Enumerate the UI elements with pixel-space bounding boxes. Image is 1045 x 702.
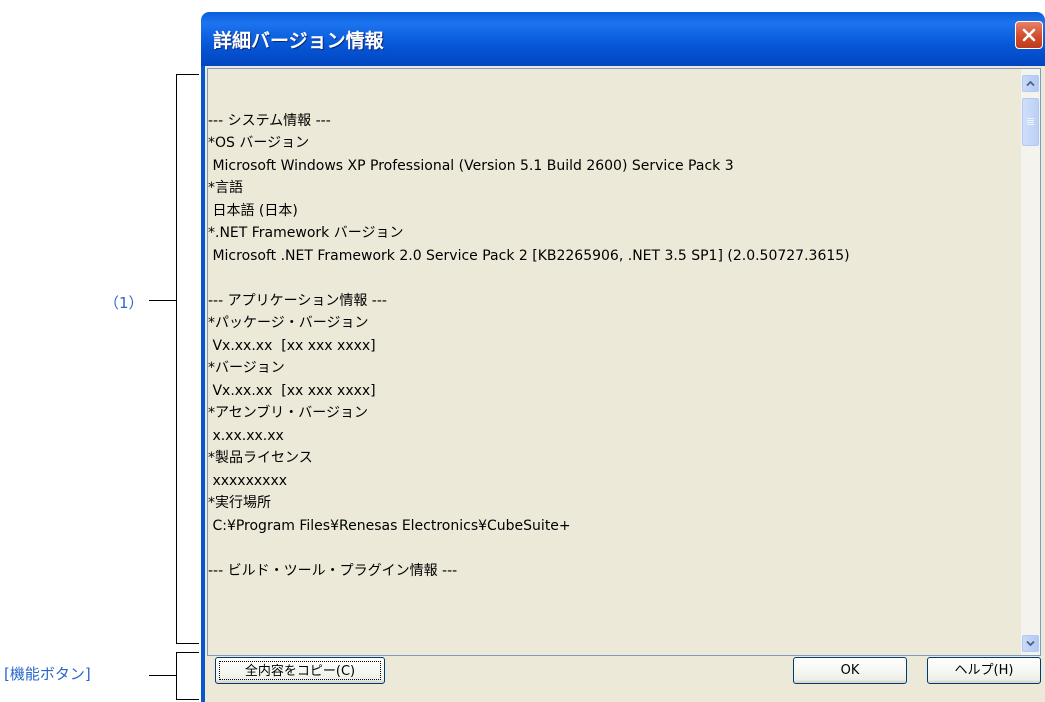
text-line	[208, 537, 1020, 560]
ok-button[interactable]: OK	[793, 657, 907, 684]
close-button[interactable]	[1015, 21, 1043, 49]
grip-icon	[1027, 118, 1034, 126]
text-line: C:¥Program Files¥Renesas Electronics¥Cub…	[208, 517, 571, 534]
copy-all-button[interactable]: 全内容をコピー(C)	[215, 657, 385, 684]
scroll-up-button[interactable]	[1022, 75, 1039, 92]
scrollbar-thumb[interactable]	[1022, 98, 1039, 146]
text-line	[208, 267, 1020, 290]
bracket-line	[176, 652, 177, 700]
version-info-dialog: 詳細バージョン情報 --- システム情報 --- *OS バージョン Micros…	[201, 12, 1045, 702]
bracket-line	[149, 300, 176, 301]
text-line: --- アプリケーション情報 ---	[208, 292, 387, 309]
copy-all-label: 全内容をコピー(C)	[219, 661, 381, 680]
text-line: *アセンブリ・バージョン	[208, 405, 369, 421]
text-line: xxxxxxxxx	[208, 472, 288, 489]
text-line: *OS バージョン	[208, 135, 310, 151]
text-line: Vx.xx.xx [xx xxx xxxx]	[208, 382, 376, 399]
text-line: 日本語 (日本)	[208, 202, 298, 219]
text-line: Microsoft .NET Framework 2.0 Service Pac…	[208, 247, 850, 264]
bracket-line	[176, 74, 199, 75]
bracket-line	[149, 675, 176, 676]
text-line: --- システム情報 ---	[208, 112, 331, 129]
text-line: x.xx.xx.xx	[208, 427, 284, 444]
vertical-scrollbar[interactable]	[1021, 69, 1040, 655]
text-line: Vx.xx.xx [xx xxx xxxx]	[208, 337, 376, 354]
annotation-buttons-label: [機能ボタン]	[4, 665, 91, 683]
close-icon	[1022, 28, 1036, 42]
chevron-down-icon	[1026, 640, 1035, 647]
scroll-down-button[interactable]	[1022, 635, 1039, 652]
text-line: *実行場所	[208, 495, 271, 511]
annotation-area-label: （1）	[104, 294, 144, 312]
text-line: Microsoft Windows XP Professional (Versi…	[208, 157, 734, 174]
bracket-line	[176, 699, 199, 700]
text-line: *パッケージ・バージョン	[208, 315, 369, 331]
version-info-textarea[interactable]: --- システム情報 --- *OS バージョン Microsoft Window…	[207, 68, 1041, 656]
version-info-text: --- システム情報 --- *OS バージョン Microsoft Window…	[208, 87, 1020, 582]
chevron-up-icon	[1026, 80, 1035, 87]
title-bar[interactable]: 詳細バージョン情報	[201, 12, 1045, 66]
bracket-line	[176, 643, 199, 644]
window-border	[201, 66, 205, 702]
text-line: *言語	[208, 180, 243, 196]
bracket-line	[176, 652, 199, 653]
text-line: *バージョン	[208, 360, 285, 376]
text-line: *製品ライセンス	[208, 450, 313, 466]
text-line	[208, 87, 1020, 110]
text-line: --- ビルド・ツール・プラグイン情報 ---	[208, 562, 458, 579]
text-line: *.NET Framework バージョン	[208, 225, 404, 241]
bracket-line	[176, 74, 177, 644]
help-button[interactable]: ヘルプ(H)	[927, 657, 1041, 684]
dialog-title: 詳細バージョン情報	[213, 30, 384, 52]
